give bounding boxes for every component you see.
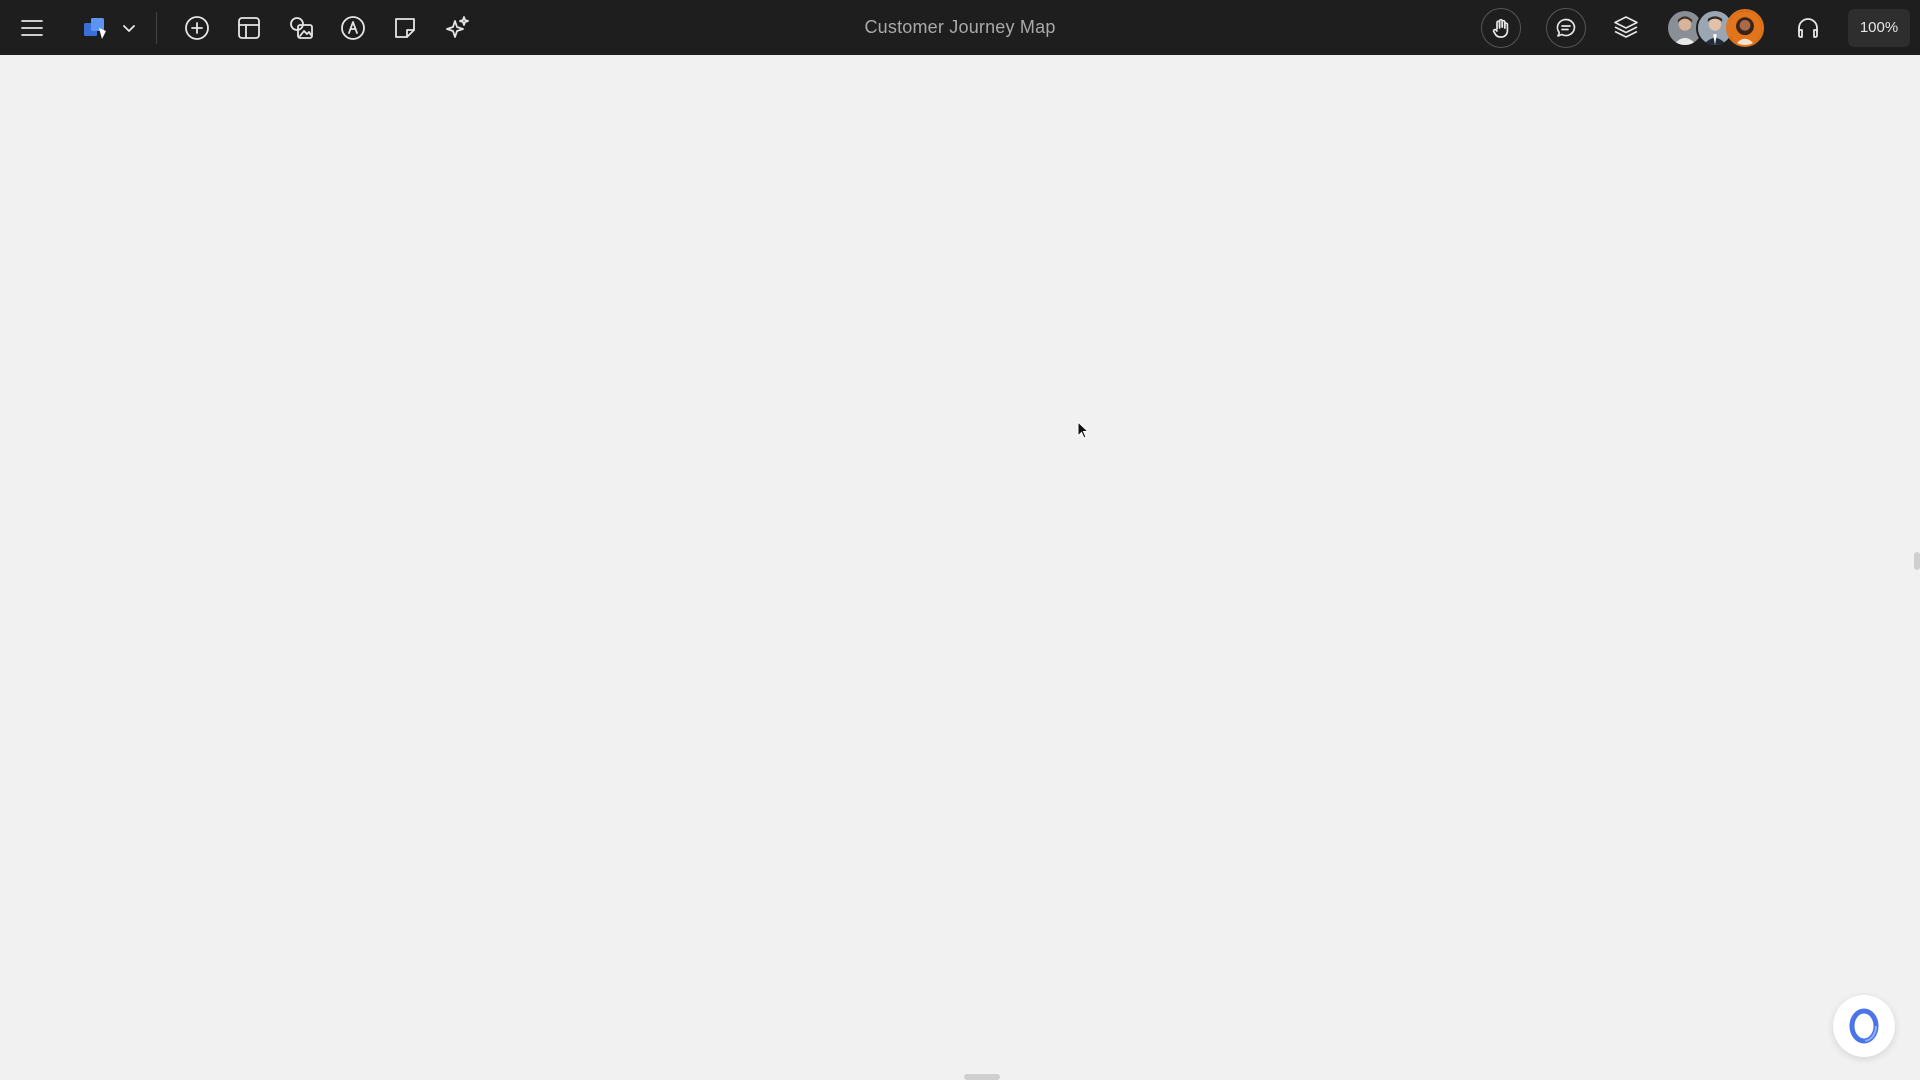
assistant-button[interactable] [1833,995,1895,1057]
comments-button[interactable] [1546,7,1586,48]
board-canvas[interactable] [0,55,1920,1080]
avatar-photo-icon [1728,10,1762,45]
image-shapes-icon [290,16,313,39]
template-icon [238,16,260,39]
audio-call-button[interactable] [1788,8,1828,48]
vertical-scrollbar[interactable] [1914,552,1920,570]
horizontal-scrollbar[interactable] [964,1074,1000,1080]
add-circle-icon [185,15,209,40]
comment-icon [1556,18,1576,37]
add-button[interactable] [171,4,223,52]
app-window: Customer Journey Map 100% [0,0,1920,1080]
pen-button[interactable] [327,4,379,52]
ai-sparkle-icon [446,15,469,38]
chevron-down-icon [123,24,135,32]
zoom-level[interactable]: 100% [1848,8,1910,47]
assistant-ring-icon [1849,1008,1879,1044]
top-toolbar: Customer Journey Map 100% [0,0,1920,55]
toolbar-right-group: 100% [1481,0,1920,55]
templates-button[interactable] [223,4,275,52]
board-logo-icon [84,17,106,39]
hand-icon [1492,18,1509,38]
collaborator-avatars[interactable] [1666,8,1764,47]
document-title[interactable]: Customer Journey Map [864,0,1055,55]
layers-button[interactable] [1606,8,1646,48]
sticky-note-icon [395,17,415,38]
headset-icon [1798,17,1818,38]
menu-button[interactable] [8,4,56,52]
toolbar-divider [156,11,157,44]
media-shapes-button[interactable] [275,4,327,52]
ai-button[interactable] [431,4,483,52]
pen-tool-icon [341,15,365,40]
board-menu-chevron[interactable] [114,4,144,52]
avatar[interactable] [1726,8,1764,47]
menu-icon [21,19,43,36]
layers-icon [1614,15,1638,38]
board-logo-button[interactable] [74,4,118,52]
hand-tool-button[interactable] [1481,7,1521,48]
mouse-cursor-icon [1077,421,1090,439]
sticky-note-button[interactable] [379,4,431,52]
toolbar-left-group [0,0,483,55]
